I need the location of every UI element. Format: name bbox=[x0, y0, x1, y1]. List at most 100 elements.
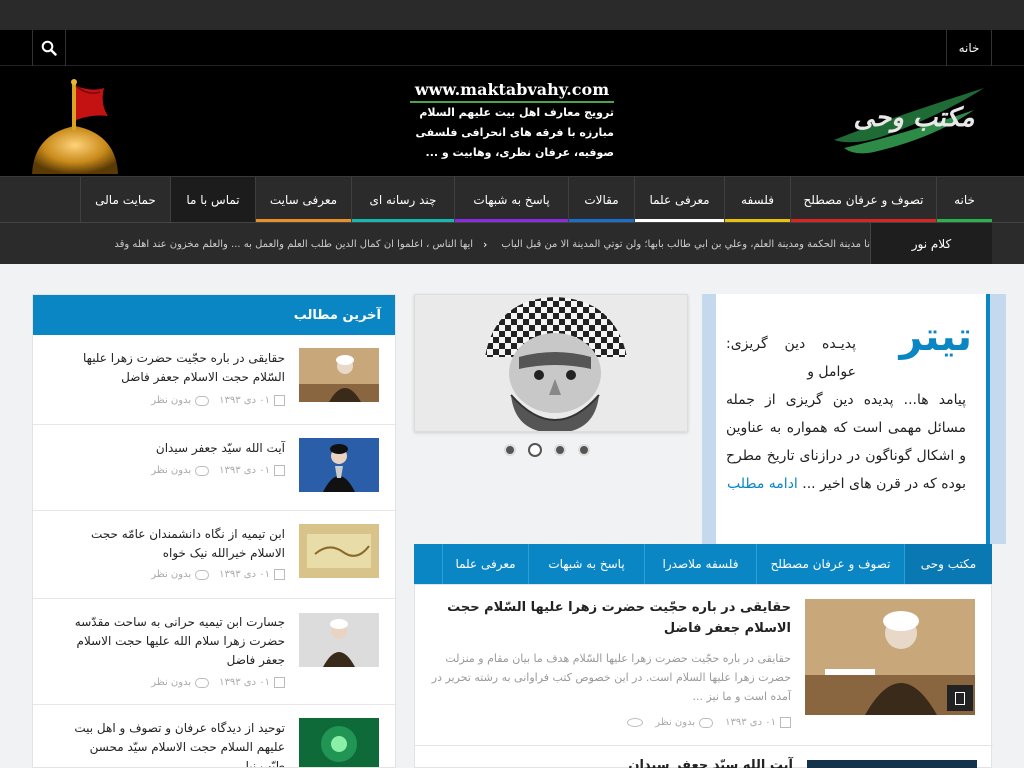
featured-article: تیتر پدیـده دین گریزی: عوامل و پیامد ها.… bbox=[702, 294, 1006, 544]
post-date: ۰۱ دی ۱۳۹۳ bbox=[219, 465, 270, 476]
list-item[interactable]: آیت الله سیّد جعفر سیدان ۰۱ دی ۱۳۹۳ بدون… bbox=[33, 425, 395, 511]
date-meta: ۰۱ دی ۱۳۹۳ bbox=[219, 569, 285, 580]
post-meta: ۰۱ دی ۱۳۹۳ بدون نظر bbox=[151, 395, 285, 406]
latest-posts-sidebar: آخرین مطالب حقایقی در باره حجّیت حضرت زه… bbox=[32, 294, 396, 768]
nav-label: معرفی سایت bbox=[269, 193, 338, 207]
top-strip bbox=[0, 0, 1024, 30]
nav-label: چند رسانه ای bbox=[369, 193, 437, 207]
shrine-flag-image bbox=[32, 79, 118, 174]
ticker-chevron-icon: ‹ bbox=[483, 237, 488, 251]
post-format-badge bbox=[947, 685, 973, 711]
tab-sufism[interactable]: تصوف و عرفان مصطلح bbox=[756, 544, 904, 584]
post-thumbnail[interactable] bbox=[299, 524, 379, 578]
nav-label: خانه bbox=[954, 193, 975, 207]
slider-dot[interactable] bbox=[504, 444, 516, 456]
nav-item-home[interactable]: خانه bbox=[936, 177, 992, 223]
top-home-link[interactable]: خانه bbox=[946, 30, 992, 66]
post-excerpt: حقایقی در باره حجّیت حضرت زهرا علیها الس… bbox=[431, 652, 791, 703]
read-more-link[interactable]: ادامه مطلب bbox=[727, 476, 798, 492]
comments-meta[interactable]: بدون نظر bbox=[151, 677, 210, 688]
comments-meta[interactable]: بدون نظر bbox=[151, 465, 210, 476]
date-meta: ۰۱ دی ۱۳۹۳ bbox=[219, 677, 285, 688]
post-date: ۰۱ دی ۱۳۹۳ bbox=[219, 677, 270, 688]
list-item[interactable]: حقایقی در باره حجّیت حضرت زهرا علیها الس… bbox=[33, 335, 395, 425]
category-tabs: مکتب وحی تصوف و عرفان مصطلح فلسفه ملاصدر… bbox=[414, 544, 992, 584]
nav-item-scholars[interactable]: معرفی علما bbox=[634, 177, 724, 223]
comments-meta[interactable]: بدون نظر bbox=[151, 395, 210, 406]
nav-item-donate[interactable]: حمایت مالی bbox=[80, 177, 170, 223]
post-comments: بدون نظر bbox=[151, 395, 192, 406]
featured-text: پدیـده دین گریزی: عوامل و پیامد ها... پد… bbox=[726, 330, 966, 498]
slider-dot[interactable] bbox=[578, 444, 590, 456]
post-comments: بدون نظر bbox=[151, 465, 192, 476]
post-title[interactable]: توحید از دیدگاه عرفان و تصوف و اهل بیت ع… bbox=[65, 719, 285, 767]
post-title[interactable]: آیت الله سیّد جعفر سیدان bbox=[628, 758, 793, 768]
search-bar: خانه bbox=[0, 30, 1024, 66]
post-comments: بدون نظر bbox=[655, 717, 696, 728]
comments-meta[interactable]: بدون نظر bbox=[151, 569, 210, 580]
post-title[interactable]: حقایقی در باره حجّیت حضرت زهرا علیها الس… bbox=[431, 597, 791, 639]
list-item[interactable]: توحید از دیدگاه عرفان و تصوف و اهل بیت ع… bbox=[33, 705, 395, 768]
ticker-item-1[interactable]: نا مدينة الحكمة ومدينة العلم، وعلي بن اب… bbox=[501, 239, 870, 250]
post-thumbnail[interactable] bbox=[299, 718, 379, 768]
calendar-icon bbox=[780, 717, 791, 728]
calendar-icon bbox=[274, 677, 285, 688]
post-title[interactable]: جسارت ابن تیمیه حرانی به ساحت مقدّسه حضر… bbox=[65, 613, 285, 670]
tagline-3: صوفیه، عرفان نظری، وهابیت و ... bbox=[425, 146, 614, 159]
list-item[interactable]: جسارت ابن تیمیه حرانی به ساحت مقدّسه حضر… bbox=[33, 599, 395, 705]
image-slider[interactable] bbox=[414, 294, 688, 432]
nav-item-articles[interactable]: مقالات bbox=[568, 177, 634, 223]
brand-logo[interactable]: مکتب وحی bbox=[824, 80, 994, 164]
post-thumbnail[interactable] bbox=[807, 760, 977, 768]
tab-answers[interactable]: پاسخ به شبهات bbox=[528, 544, 644, 584]
main-nav: خانه تصوف و عرفان مصطلح فلسفه معرفی علما… bbox=[0, 176, 1024, 223]
nav-item-multimedia[interactable]: چند رسانه ای bbox=[351, 177, 454, 223]
post-date: ۰۱ دی ۱۳۹۳ bbox=[219, 569, 270, 580]
comment-icon bbox=[195, 677, 210, 688]
post-title[interactable]: حقایقی در باره حجّیت حضرت زهرا علیها الس… bbox=[65, 349, 285, 387]
comments-meta[interactable]: بدون نظر bbox=[655, 717, 714, 728]
post-comments: بدون نظر bbox=[151, 569, 192, 580]
date-meta: ۰۱ دی ۱۳۹۳ bbox=[219, 395, 285, 406]
nav-item-sufism[interactable]: تصوف و عرفان مصطلح bbox=[790, 177, 936, 223]
slider-dots bbox=[504, 443, 604, 457]
post-date: ۰۱ دی ۱۳۹۳ bbox=[219, 395, 270, 406]
list-item[interactable]: ابن تیمیه از نگاه دانشمندان عامّه حجت ال… bbox=[33, 511, 395, 599]
slider-dot[interactable] bbox=[554, 444, 566, 456]
nav-label: مقالات bbox=[584, 193, 619, 207]
nav-item-answers[interactable]: پاسخ به شبهات bbox=[454, 177, 568, 223]
center-logo[interactable]: www.maktabvahy.com ترویج معارف اهل بیت ع… bbox=[410, 80, 614, 170]
tab-maktab-vahy[interactable]: مکتب وحی bbox=[904, 544, 992, 584]
tab-mulla-sadra[interactable]: فلسفه ملاصدرا bbox=[644, 544, 756, 584]
ticker-item-2[interactable]: ايها الناس ، اعلموا ان كمال الدين طلب ال… bbox=[114, 239, 473, 250]
slider-dot-active[interactable] bbox=[528, 443, 542, 457]
featured-card: تیتر پدیـده دین گریزی: عوامل و پیامد ها.… bbox=[716, 294, 990, 544]
nav-item-contact[interactable]: تماس با ما bbox=[170, 177, 255, 223]
tab-content: حقایقی در باره حجّیت حضرت زهرا علیها الس… bbox=[414, 584, 993, 768]
ticker-text[interactable]: نا مدينة الحكمة ومدينة العلم، وعلي بن اب… bbox=[32, 223, 870, 265]
search-icon bbox=[41, 40, 57, 56]
post-thumbnail[interactable] bbox=[299, 348, 379, 402]
post-title[interactable]: آیت الله سیّد جعفر سیدان bbox=[65, 439, 285, 458]
date-meta: ۰۱ دی ۱۳۹۳ bbox=[725, 717, 791, 728]
post-title[interactable]: ابن تیمیه از نگاه دانشمندان عامّه حجت ال… bbox=[65, 525, 285, 563]
nav-label: معرفی علما bbox=[649, 193, 710, 207]
tab-scholars[interactable]: معرفی علما bbox=[442, 544, 528, 584]
search-button[interactable] bbox=[32, 30, 66, 66]
portrait-image bbox=[415, 295, 687, 431]
brand-logo-text: مکتب وحی bbox=[853, 103, 974, 133]
tagline-1: ترویج معارف اهل بیت علیهم السلام bbox=[419, 106, 614, 119]
next-post[interactable]: آیت الله سیّد جعفر سیدان bbox=[415, 745, 993, 768]
post-thumbnail[interactable] bbox=[299, 613, 379, 667]
nav-item-philosophy[interactable]: فلسفه bbox=[724, 177, 790, 223]
featured-text-first: پدیـده دین گریزی: عوامل و bbox=[726, 336, 856, 380]
nav-item-about-site[interactable]: معرفی سایت bbox=[255, 177, 351, 223]
nav-label: فلسفه bbox=[741, 193, 774, 207]
sidebar-heading: آخرین مطالب bbox=[33, 295, 395, 335]
site-header: www.maktabvahy.com ترویج معارف اهل بیت ع… bbox=[0, 66, 1024, 176]
post-comments: بدون نظر bbox=[151, 677, 192, 688]
post-thumbnail[interactable] bbox=[299, 438, 379, 492]
calendar-icon bbox=[274, 395, 285, 406]
document-icon bbox=[955, 691, 965, 705]
post-meta: ۰۱ دی ۱۳۹۳ بدون نظر bbox=[151, 569, 285, 580]
